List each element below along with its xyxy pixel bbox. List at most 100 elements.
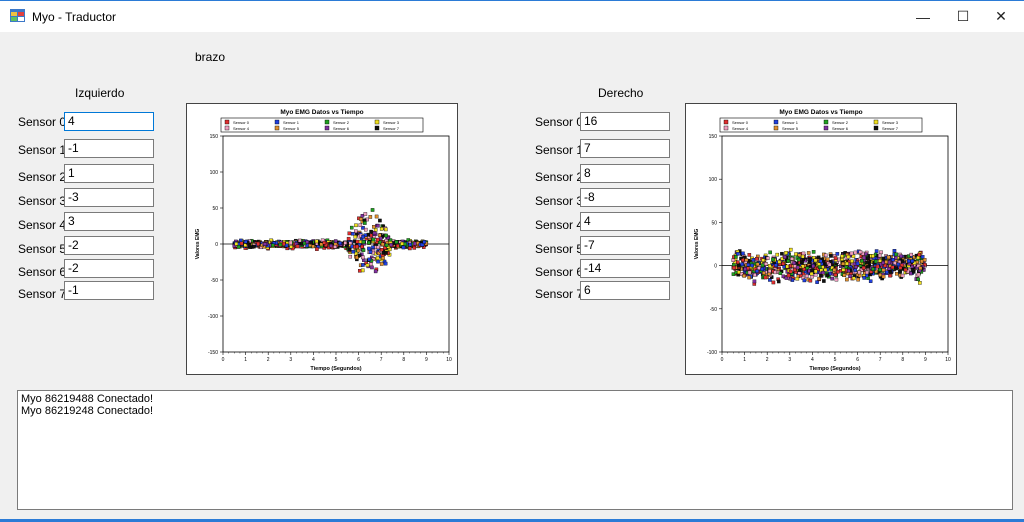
arm-label: brazo [195,50,226,64]
right-sensor-1-field[interactable]: 7 [580,139,670,158]
data-point [866,265,870,269]
data-point [832,268,837,272]
left-sensor-2-field[interactable]: 1 [64,164,154,183]
right-sensor-0-field[interactable]: 16 [580,112,670,131]
title-bar[interactable]: Myo - Traductor — ☐ ✕ [0,1,1024,32]
connection-log[interactable]: Myo 86219488 Conectado! Myo 86219248 Con… [17,390,1013,510]
right-sensor-3-field[interactable]: -8 [580,188,670,207]
right-sensor-6-label: Sensor 6 [535,265,584,279]
left-sensor-6-field[interactable]: -2 [64,259,154,278]
chart-title: Myo EMG Datos vs Tiempo [779,109,862,116]
data-point [356,248,361,253]
legend-swatch [374,125,380,131]
data-point [762,271,766,275]
data-point [379,227,384,231]
data-point [370,208,375,212]
y-axis-label: Valores EMG [694,229,700,260]
right-arm-label: Derecho [598,86,644,100]
right-sensor-6-field[interactable]: -14 [580,259,670,278]
y-tick-label: -50 [710,307,717,313]
data-point [894,266,898,271]
data-point [315,247,319,251]
data-point [369,229,373,234]
data-point [818,265,822,269]
data-point [829,254,833,258]
data-point [361,255,365,260]
data-point [846,254,851,259]
data-point [732,265,736,270]
data-point [806,251,811,255]
right-sensor-7-field[interactable]: 6 [580,281,670,300]
data-point [865,270,869,275]
data-point [893,261,897,265]
data-point [384,227,388,232]
data-point [858,250,863,254]
data-point [252,244,256,249]
data-point [412,241,417,246]
data-point [918,266,923,271]
x-tick-label: 7 [879,357,882,363]
data-point [747,253,752,257]
data-point [886,255,891,260]
data-point [881,256,886,261]
right-sensor-5-field[interactable]: -7 [580,236,670,255]
legend-entry: Sensor 0 [732,120,749,125]
data-point [866,256,870,261]
data-point [771,280,776,285]
data-point [367,257,372,262]
data-point [361,248,366,252]
left-sensor-3-field[interactable]: -3 [64,188,154,207]
data-point [351,249,355,254]
data-point [353,235,358,239]
right-sensor-2-field[interactable]: 8 [580,164,670,183]
legend-swatch [723,125,729,131]
data-point [361,263,365,267]
legend-swatch [224,125,230,131]
legend-entry: Sensor 7 [882,126,899,131]
data-point [357,268,362,273]
right-sensor-2-label: Sensor 2 [535,170,584,184]
left-sensor-0-field[interactable]: 4 [64,112,154,131]
data-point [746,263,751,267]
close-button[interactable]: ✕ [978,1,1024,32]
data-point [329,243,333,248]
data-point [747,270,752,275]
data-point [776,279,781,284]
data-point [347,247,352,252]
data-point [900,259,905,263]
legend-swatch [324,119,330,125]
data-point [760,263,765,268]
data-point [909,252,914,257]
x-tick-label: 8 [901,357,904,363]
data-point [874,259,878,264]
data-point [422,240,427,244]
left-sensor-5-field[interactable]: -2 [64,236,154,255]
data-point [884,260,888,264]
left-sensor-4-field[interactable]: 3 [64,212,154,231]
x-tick-label: 1 [244,357,247,363]
right-sensor-4-field[interactable]: 4 [580,212,670,231]
left-sensor-7-field[interactable]: -1 [64,281,154,300]
data-point [736,252,740,256]
data-point [752,279,757,284]
data-point [271,243,275,248]
data-point [790,257,794,261]
data-point [395,244,400,248]
data-point [366,240,371,245]
left-sensor-1-label: Sensor 1 [18,143,67,157]
y-tick-label: 150 [210,134,219,140]
data-point [763,275,768,280]
data-point [377,233,382,237]
x-tick-label: 4 [312,357,315,363]
log-line: Myo 86219248 Conectado! [21,405,154,417]
data-point [907,259,911,263]
data-point [811,264,816,268]
y-tick-label: -100 [208,314,218,320]
data-point [282,241,286,246]
left-sensor-1-field[interactable]: -1 [64,139,154,158]
legend-swatch [873,119,879,125]
data-point [349,225,354,230]
legend-entry: Sensor 0 [233,120,250,125]
data-point [862,276,866,280]
data-point [740,262,744,267]
